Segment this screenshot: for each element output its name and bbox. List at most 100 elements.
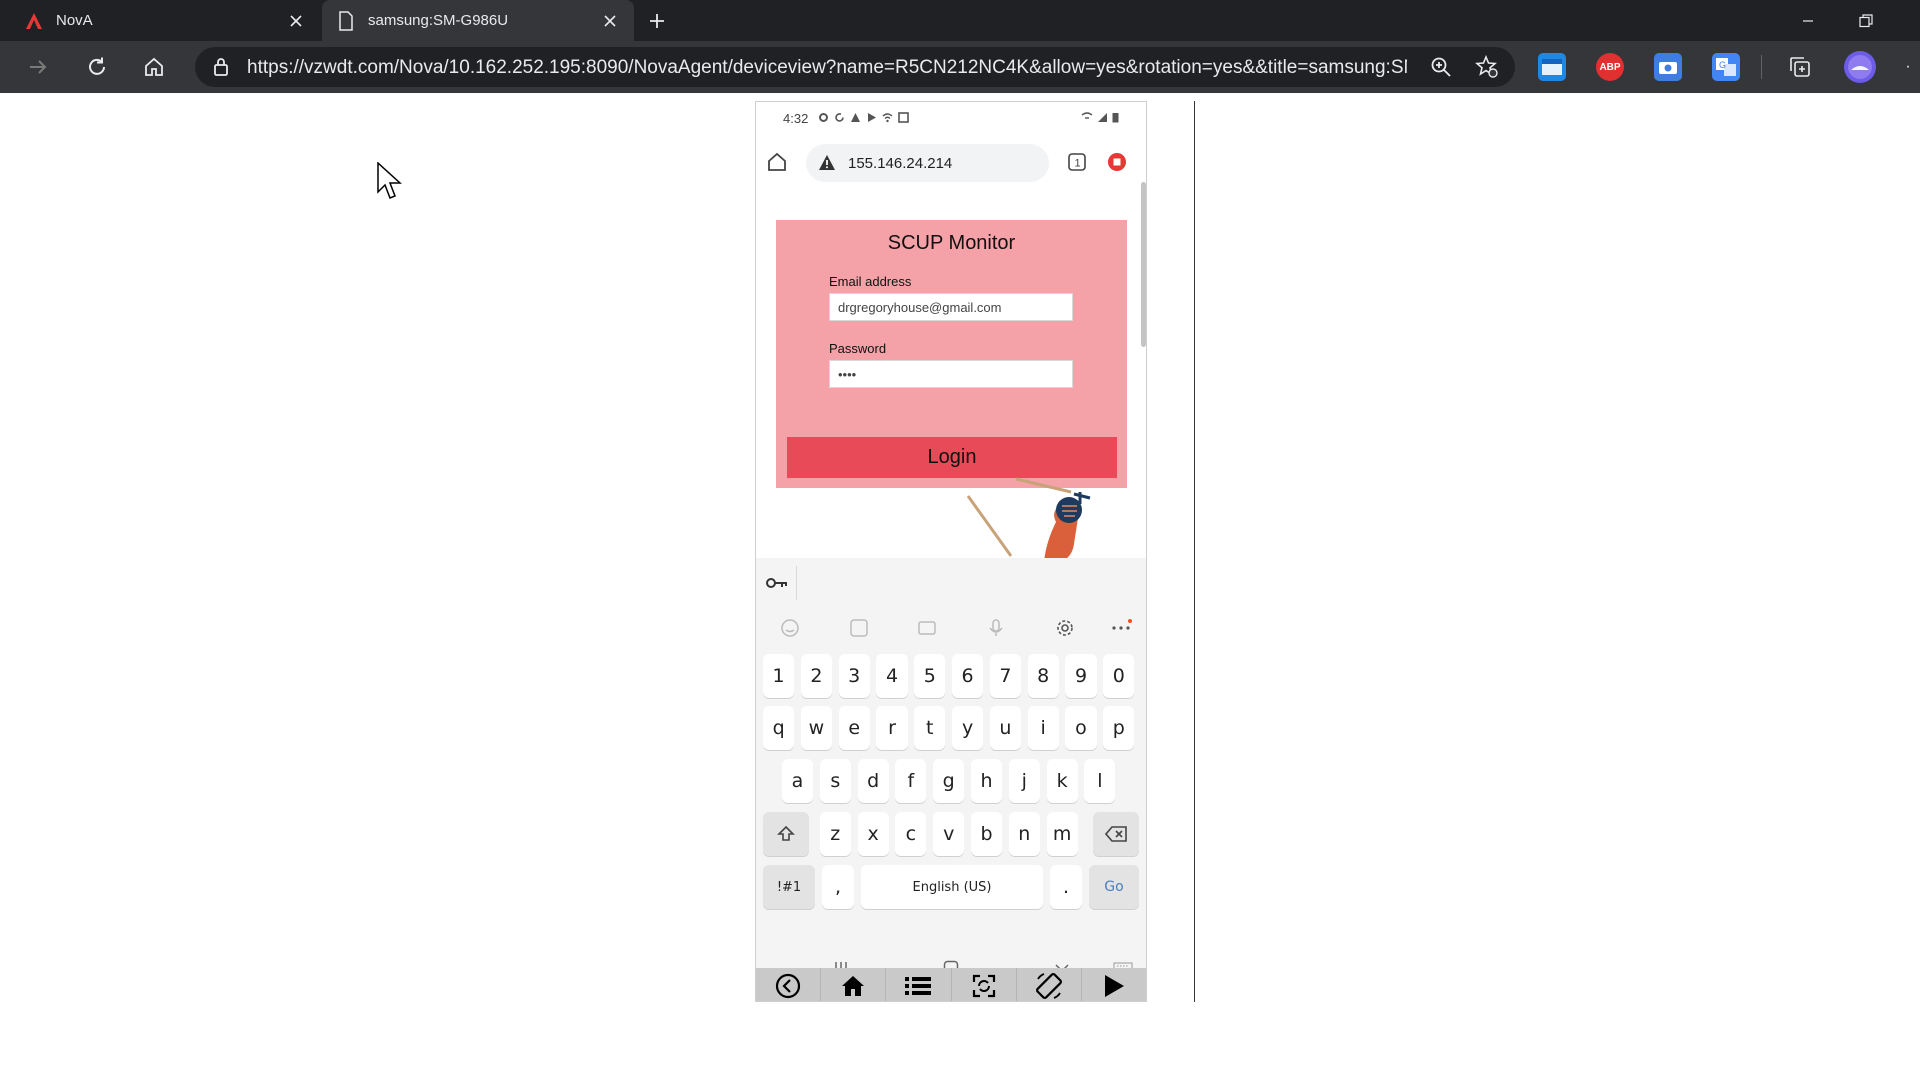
key-r[interactable]: r bbox=[876, 706, 908, 750]
profile-avatar[interactable] bbox=[1844, 51, 1876, 83]
wifi-notification-icon bbox=[882, 113, 893, 123]
home-control-button[interactable] bbox=[821, 968, 887, 1001]
menu-control-button[interactable] bbox=[886, 968, 952, 1001]
tab-samsung[interactable]: samsung:SM-G986U bbox=[322, 0, 634, 41]
svg-text:1: 1 bbox=[1075, 158, 1081, 170]
key-0[interactable]: 0 bbox=[1103, 654, 1135, 698]
tab-bar: NovA samsung:SM-G986U bbox=[0, 0, 1920, 41]
key-3[interactable]: 3 bbox=[838, 654, 870, 698]
autofill-bar bbox=[756, 558, 1146, 609]
go-key[interactable]: Go bbox=[1089, 865, 1139, 909]
email-field[interactable]: drgregoryhouse@gmail.com bbox=[829, 293, 1073, 321]
key-x[interactable]: x bbox=[857, 812, 889, 856]
key-s[interactable]: s bbox=[819, 759, 851, 803]
key-o[interactable]: o bbox=[1065, 706, 1097, 750]
mobile-url-field[interactable]: 155.146.24.214 bbox=[806, 144, 1049, 182]
key-a[interactable]: a bbox=[781, 759, 814, 803]
key-u[interactable]: u bbox=[989, 706, 1021, 750]
key-t[interactable]: t bbox=[914, 706, 946, 750]
play-icon bbox=[1104, 974, 1124, 997]
key-icon[interactable] bbox=[764, 570, 790, 596]
address-bar[interactable]: https://vzwdt.com/Nova/10.162.252.195:80… bbox=[195, 47, 1515, 87]
reload-icon bbox=[89, 57, 105, 75]
key-z[interactable]: z bbox=[819, 812, 851, 856]
rotate-icon bbox=[1035, 972, 1062, 999]
key-y[interactable]: y bbox=[952, 706, 984, 750]
close-icon[interactable] bbox=[286, 11, 306, 31]
key-g[interactable]: g bbox=[933, 759, 965, 803]
period-key[interactable]: . bbox=[1050, 865, 1082, 909]
microphone-icon[interactable] bbox=[984, 616, 1008, 640]
home-button[interactable] bbox=[138, 51, 170, 83]
gif-icon[interactable] bbox=[915, 616, 939, 640]
status-time: 4:32 bbox=[783, 111, 809, 126]
key-c[interactable]: c bbox=[895, 812, 927, 856]
page-scrollbar[interactable] bbox=[1141, 182, 1146, 347]
sticker-icon[interactable] bbox=[847, 616, 871, 640]
extension-stop-icon[interactable] bbox=[1107, 152, 1127, 177]
more-options-icon[interactable] bbox=[1109, 616, 1133, 640]
mobile-address-bar: 155.146.24.214 1 bbox=[756, 136, 1146, 190]
key-p[interactable]: p bbox=[1103, 706, 1135, 750]
restore-button[interactable] bbox=[1840, 0, 1892, 41]
key-7[interactable]: 7 bbox=[989, 654, 1021, 698]
keyboard-settings-icon[interactable] bbox=[1053, 616, 1077, 640]
settings-notification-icon bbox=[819, 113, 828, 122]
emoji-icon[interactable] bbox=[778, 616, 802, 640]
minimize-button[interactable] bbox=[1782, 0, 1834, 41]
url-text[interactable]: https://vzwdt.com/Nova/10.162.252.195:80… bbox=[247, 57, 1407, 79]
kendo-fighter-illustration bbox=[966, 477, 1091, 562]
extension-window-icon[interactable] bbox=[1538, 53, 1566, 81]
key-b[interactable]: b bbox=[970, 812, 1003, 856]
reload-button[interactable] bbox=[81, 51, 113, 83]
key-8[interactable]: 8 bbox=[1027, 654, 1059, 698]
tab-nova[interactable]: NovA bbox=[10, 0, 320, 41]
key-d[interactable]: d bbox=[857, 759, 889, 803]
backspace-key[interactable] bbox=[1093, 812, 1139, 856]
device-screen[interactable]: 4:32 155.146.24.214 1 SCUP Monitor Email… bbox=[755, 101, 1147, 1002]
key-n[interactable]: n bbox=[1008, 812, 1040, 856]
password-field[interactable]: •••• bbox=[829, 360, 1073, 388]
key-1[interactable]: 1 bbox=[763, 654, 795, 698]
shift-key[interactable] bbox=[763, 812, 809, 856]
zoom-icon[interactable] bbox=[1430, 56, 1452, 83]
lock-icon bbox=[213, 57, 229, 82]
close-icon[interactable] bbox=[600, 11, 620, 31]
mobile-home-icon[interactable] bbox=[766, 151, 788, 178]
comma-key[interactable]: , bbox=[822, 865, 854, 909]
key-2[interactable]: 2 bbox=[800, 654, 832, 698]
symbols-key[interactable]: !#1 bbox=[763, 865, 815, 909]
collections-icon[interactable] bbox=[1786, 53, 1814, 81]
onscreen-keyboard: 1 2 3 4 5 6 7 8 9 0 q w e r t y u i o p a s d f g h j k l z x c v b n m !#1,… bbox=[756, 608, 1146, 948]
tab-count-icon[interactable]: 1 bbox=[1067, 152, 1087, 177]
key-9[interactable]: 9 bbox=[1065, 654, 1097, 698]
forward-button[interactable] bbox=[22, 51, 54, 83]
translate-extension-icon[interactable]: G bbox=[1712, 53, 1740, 81]
new-tab-button[interactable] bbox=[644, 8, 670, 34]
key-w[interactable]: w bbox=[800, 706, 832, 750]
key-e[interactable]: e bbox=[838, 706, 870, 750]
key-i[interactable]: i bbox=[1027, 706, 1059, 750]
key-k[interactable]: k bbox=[1046, 759, 1078, 803]
key-4[interactable]: 4 bbox=[876, 654, 908, 698]
key-h[interactable]: h bbox=[970, 759, 1003, 803]
key-6[interactable]: 6 bbox=[952, 654, 984, 698]
key-q[interactable]: q bbox=[763, 706, 795, 750]
screenshot-extension-icon[interactable] bbox=[1654, 53, 1682, 81]
key-v[interactable]: v bbox=[933, 812, 965, 856]
more-menu-icon[interactable]: · bbox=[1898, 53, 1918, 81]
space-key[interactable]: English (US) bbox=[861, 865, 1043, 909]
back-control-button[interactable] bbox=[756, 968, 822, 1001]
wifi-calling-icon bbox=[1081, 112, 1093, 119]
email-label: Email address bbox=[829, 274, 912, 289]
key-5[interactable]: 5 bbox=[914, 654, 946, 698]
key-l[interactable]: l bbox=[1084, 759, 1116, 803]
favorites-star-icon[interactable] bbox=[1475, 54, 1499, 84]
screenshot-control-button[interactable] bbox=[952, 968, 1017, 1001]
adblock-plus-icon[interactable]: ABP bbox=[1596, 53, 1624, 81]
key-j[interactable]: j bbox=[1008, 759, 1040, 803]
rotate-control-button[interactable] bbox=[1017, 968, 1082, 1001]
key-m[interactable]: m bbox=[1046, 812, 1078, 856]
play-control-button[interactable] bbox=[1082, 968, 1146, 1001]
key-f[interactable]: f bbox=[895, 759, 927, 803]
